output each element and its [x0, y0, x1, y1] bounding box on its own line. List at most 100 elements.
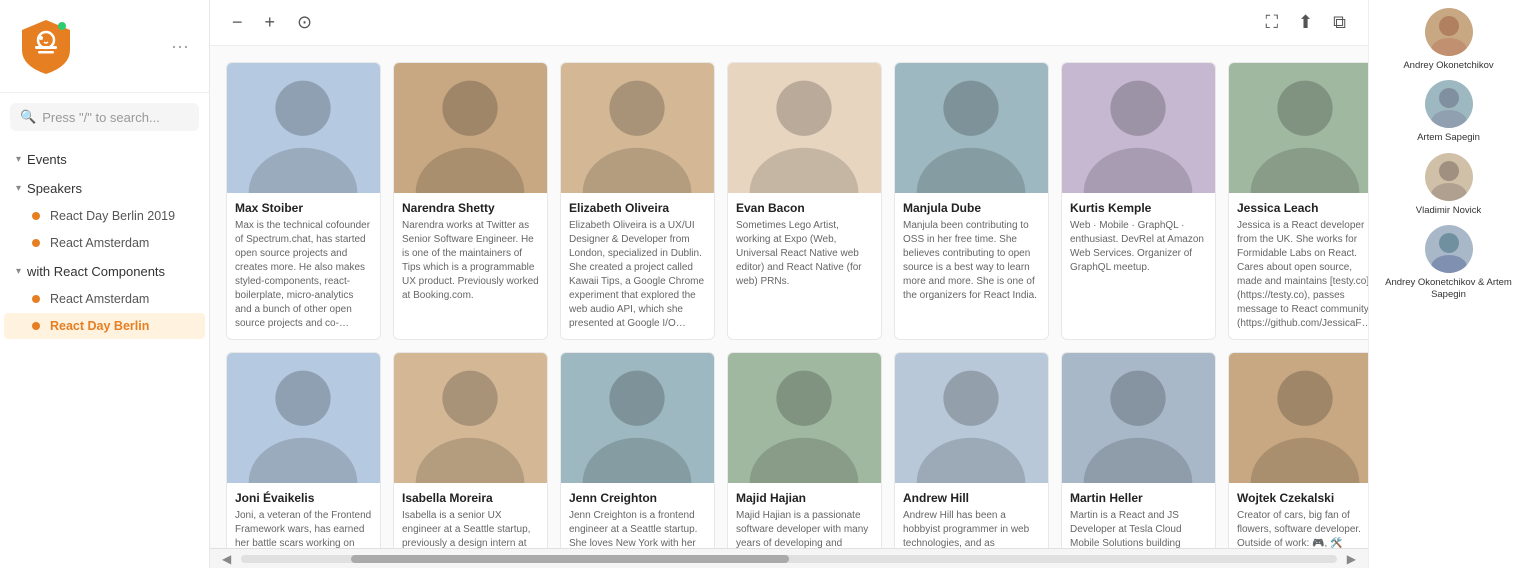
sidebar-item-events[interactable]: ▾ Events [4, 146, 205, 173]
scroll-left-arrow[interactable]: ◀ [218, 550, 235, 568]
speaker-card: Evan BaconSometimes Lego Artist, working… [727, 62, 882, 340]
avatar-photo-2 [1425, 80, 1473, 128]
zoom-in-button[interactable]: + [259, 8, 282, 37]
avatar-item-1: Andrey Okonetchikov [1377, 8, 1520, 72]
speaker-photo [1062, 63, 1215, 193]
speaker-name: Andrew Hill [903, 491, 1040, 505]
toolbar: − + ⊙ ⛶ ⬆ ⧉ [210, 0, 1368, 46]
share-button[interactable]: ⬆ [1292, 8, 1319, 37]
sidebar-item-react-amsterdam-1[interactable]: React Amsterdam [4, 230, 205, 256]
main-panel: − + ⊙ ⛶ ⬆ ⧉ Max StoiberMax is the techni… [210, 0, 1368, 568]
logo-icon [16, 16, 76, 76]
speaker-desc: Jessica is a React developer from the UK… [1237, 219, 1368, 331]
speaker-photo [227, 353, 380, 483]
speaker-info: Majid Hajian Majid Hajian is a passionate… [728, 483, 881, 548]
avatar-name-2: Artem Sapegin [1417, 132, 1480, 144]
speaker-photo [561, 353, 714, 483]
sidebar-item-label: React Day Berlin [50, 319, 149, 333]
expand-button[interactable]: ⛶ [1259, 8, 1284, 37]
speaker-info: Max StoiberMax is the technical cofounde… [227, 193, 380, 339]
speaker-name: Jessica Leach [1237, 201, 1368, 215]
speaker-info: Narendra ShettyNarendra works at Twitter… [394, 193, 547, 311]
speaker-photo [394, 63, 547, 193]
speaker-info: Wojtek Czekalski Creator of cars, big fan… [1229, 483, 1368, 548]
speaker-desc: Andrew Hill has been a hobbyist programm… [903, 509, 1040, 548]
expand-icon: ▾ [16, 154, 21, 165]
logo-area: ··· [0, 0, 209, 93]
content-area[interactable]: Max StoiberMax is the technical cofounde… [210, 46, 1368, 548]
avatar-name-4: Andrey Okonetchikov & Artem Sapegin [1377, 277, 1520, 302]
speaker-photo [895, 353, 1048, 483]
speaker-desc: Creator of cars, big fan of flowers, sof… [1237, 509, 1368, 548]
zoom-out-button[interactable]: − [226, 8, 249, 37]
sidebar-item-label: Speakers [27, 181, 82, 196]
speaker-info: Manjula DubeManjula been contributing to… [895, 193, 1048, 311]
speaker-card: Joni ÉvaikelisJoni, a veteran of the Fro… [226, 352, 381, 548]
sidebar-item-label: Events [27, 152, 67, 167]
search-placeholder: Press "/" to search... [42, 110, 160, 125]
speaker-name: Elizabeth Oliveira [569, 201, 706, 215]
scroll-right-arrow[interactable]: ▶ [1343, 550, 1360, 568]
speaker-info: Martin HellerMartin is a React and JS De… [1062, 483, 1215, 548]
speaker-photo [895, 63, 1048, 193]
speaker-name: Manjula Dube [903, 201, 1040, 215]
sidebar-item-label: React Day Berlin 2019 [50, 209, 175, 223]
speakers-row-2: Joni ÉvaikelisJoni, a veteran of the Fro… [226, 352, 1368, 548]
more-button[interactable]: ⧉ [1327, 8, 1352, 37]
speaker-card: Isabella MoreiraIsabella is a senior UX … [393, 352, 548, 548]
avatar-item-3: Vladimir Novick [1377, 153, 1520, 217]
speaker-info: Jenn Creighton Jenn Creighton is a fronte… [561, 483, 714, 548]
speaker-name: Jenn Creighton [569, 491, 706, 505]
fit-button[interactable]: ⊙ [291, 8, 318, 37]
sidebar-item-speakers[interactable]: ▾ Speakers [4, 175, 205, 202]
speaker-desc: Max is the technical cofounder of Spectr… [235, 219, 372, 331]
speaker-info: Jessica Leach Jessica is a React develope… [1229, 193, 1368, 339]
item-dot [32, 322, 40, 330]
nav-section-events: ▾ Events [0, 146, 209, 173]
right-panel: Andrey Okonetchikov Artem Sapegin Vladim… [1368, 0, 1528, 568]
speaker-desc: Elizabeth Oliveira is a UX/UI Designer &… [569, 219, 706, 331]
speaker-photo [561, 63, 714, 193]
sidebar-item-with-react-components[interactable]: ▾ with React Components [4, 258, 205, 285]
speaker-photo [728, 353, 881, 483]
search-bar[interactable]: 🔍 Press "/" to search... [10, 103, 199, 131]
speaker-card: Jenn Creighton Jenn Creighton is a fronte… [560, 352, 715, 548]
speaker-photo [1062, 353, 1215, 483]
sidebar-menu-btn[interactable]: ··· [167, 32, 193, 61]
search-icon: 🔍 [20, 109, 36, 125]
speaker-card: Narendra ShettyNarendra works at Twitter… [393, 62, 548, 340]
speaker-photo [227, 63, 380, 193]
sidebar-item-react-day-berlin-2019[interactable]: React Day Berlin 2019 [4, 203, 205, 229]
speaker-card: Max StoiberMax is the technical cofounde… [226, 62, 381, 340]
speaker-card: Kurtis Kemple Web · Mobile · GraphQL · en… [1061, 62, 1216, 340]
sidebar-item-label: with React Components [27, 264, 165, 279]
speakers-row-1: Max StoiberMax is the technical cofounde… [226, 62, 1368, 340]
speaker-desc: Majid Hajian is a passionate software de… [736, 509, 873, 548]
sidebar-item-react-amsterdam-2[interactable]: React Amsterdam [4, 286, 205, 312]
expand-icon: ▾ [16, 266, 21, 277]
speaker-card: Manjula DubeManjula been contributing to… [894, 62, 1049, 340]
item-dot [32, 295, 40, 303]
speaker-info: Kurtis Kemple Web · Mobile · GraphQL · en… [1062, 193, 1215, 283]
speaker-desc: Isabella is a senior UX engineer at a Se… [402, 509, 539, 548]
nav-section-speakers: ▾ Speakers React Day Berlin 2019 React A… [0, 175, 209, 256]
speaker-card: Andrew Hill Andrew Hill has been a hobbyi… [894, 352, 1049, 548]
avatar-photo-1 [1425, 8, 1473, 56]
avatar-item-2: Artem Sapegin [1377, 80, 1520, 144]
sidebar-item-react-day-berlin[interactable]: React Day Berlin [4, 313, 205, 339]
sidebar: ··· 🔍 Press "/" to search... ▾ Events ▾ … [0, 0, 210, 568]
speaker-info: Andrew Hill Andrew Hill has been a hobbyi… [895, 483, 1048, 548]
speaker-name: Majid Hajian [736, 491, 873, 505]
speaker-photo [1229, 63, 1368, 193]
bottom-scrollbar[interactable]: ◀ ▶ [210, 548, 1368, 568]
speaker-name: Evan Bacon [736, 201, 873, 215]
scroll-thumb [351, 555, 789, 563]
speaker-name: Narendra Shetty [402, 201, 539, 215]
avatar-photo-3 [1425, 153, 1473, 201]
speaker-photo [1229, 353, 1368, 483]
speaker-info: Isabella MoreiraIsabella is a senior UX … [394, 483, 547, 548]
speaker-desc: Jenn Creighton is a frontend engineer at… [569, 509, 706, 548]
speaker-desc: Web · Mobile · GraphQL · enthusiast. Dev… [1070, 219, 1207, 275]
speaker-name: Wojtek Czekalski [1237, 491, 1368, 505]
speaker-name: Kurtis Kemple [1070, 201, 1207, 215]
